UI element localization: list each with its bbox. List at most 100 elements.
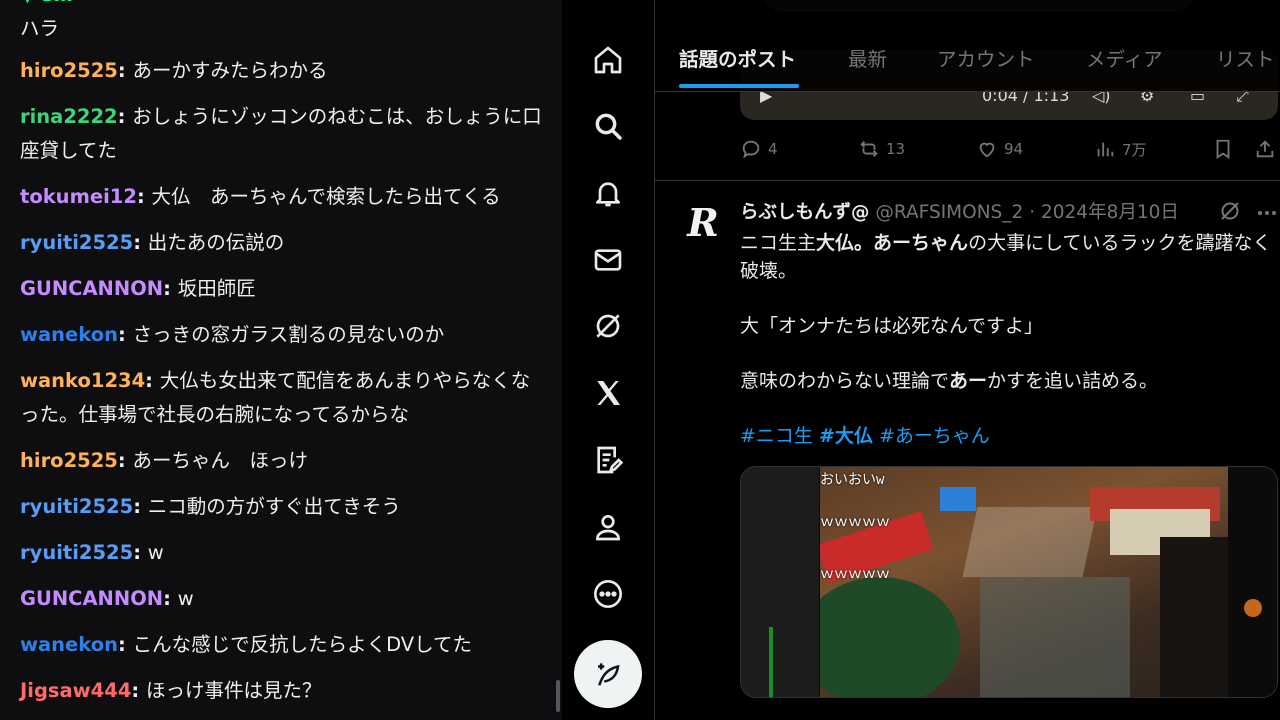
chat-username[interactable]: ▼ s… [20, 0, 73, 6]
chat-panel: ▼ s… ハラ hiro2525: あーかすみたらわかる rina2222: おし… [0, 0, 562, 720]
chat-message: hiro2525: あーちゃん ほっけ [20, 444, 545, 478]
hashtag-link[interactable]: #大仏 [819, 425, 873, 447]
video-overlay-text: ｗｗｗｗｗ [820, 514, 890, 530]
video-frame[interactable]: おいおいw ｗｗｗｗｗ ｗｗｗｗｗ [820, 467, 1228, 697]
bookmark-button[interactable] [1212, 138, 1240, 160]
chat-message-text: さっきの窓ガラス割るの見ないのか [132, 323, 445, 346]
chat-message: hiro2525: あーかすみたらわかる [20, 54, 545, 88]
video-sidebar [1228, 467, 1277, 697]
more-icon[interactable] [587, 573, 629, 615]
tweet-author-handle[interactable]: @RAFSIMONS_2 [875, 202, 1023, 223]
tweet-separator: · [1029, 202, 1036, 223]
chat-username[interactable]: hiro2525 [20, 449, 118, 472]
chat-message-text: 出たあの伝説の [147, 231, 285, 254]
tab-latest[interactable]: 最新 [848, 43, 887, 72]
text-span: 意味のわからない理論で [740, 370, 950, 392]
chat-separator: : [145, 369, 160, 392]
tab-top[interactable]: 話題のポスト [679, 43, 796, 72]
chat-separator: : [117, 105, 133, 128]
previous-tweet-actions: 4 13 94 7万 [740, 138, 1280, 166]
x-premium-icon[interactable] [587, 372, 629, 414]
tweet-text: ニコ生主大仏。あーちゃんの大事にしているラックを躊躇なく破壊。 大「オンナたちは… [740, 229, 1280, 477]
active-tab-indicator [679, 84, 799, 88]
post-icon [598, 663, 620, 686]
chat-message-text: w [147, 541, 164, 564]
reply-button[interactable]: 4 [740, 138, 778, 160]
text-bold: あー [949, 370, 988, 392]
chat-message: rina2222: おしょうにゾッコンのねむこは、おしょうに口座貸してた [20, 100, 545, 168]
chat-message: GUNCANNON: 坂田師匠 [20, 272, 545, 306]
messages-icon[interactable] [587, 239, 629, 281]
chat-message: ▼ s… ハラ [20, 0, 545, 46]
chat-message: ryuiti2525: ニコ動の方がすぐ出てきそう [20, 490, 545, 524]
nav-rail [562, 0, 654, 720]
explore-icon[interactable] [587, 105, 629, 147]
video-overlay-text: おいおいw [820, 472, 885, 488]
share-icon [1256, 140, 1274, 158]
chat-message-text: 坂田師匠 [177, 277, 256, 300]
share-button[interactable] [1254, 138, 1280, 160]
chat-username[interactable]: ryuiti2525 [20, 495, 133, 518]
tweet-header: らぶしもんず@ @RAFSIMONS_2 · 2024年8月10日 [740, 198, 1179, 224]
tab-accounts[interactable]: アカウント [937, 43, 1035, 72]
chat-message-text: ニコ動の方がすぐ出てきそう [147, 495, 401, 518]
chat-username[interactable]: ryuiti2525 [20, 231, 133, 254]
views-button[interactable]: 7万 [1094, 138, 1147, 160]
video-level-bar [769, 627, 773, 697]
notifications-icon[interactable] [587, 172, 629, 214]
chat-separator: : [118, 633, 133, 656]
chat-username[interactable]: wanekon [20, 323, 118, 346]
chat-username[interactable]: wanekon [20, 633, 118, 656]
chat-message-text: あーかすみたらわかる [132, 59, 328, 82]
tweet-date[interactable]: 2024年8月10日 [1041, 202, 1179, 223]
chat-message: wanekon: さっきの窓ガラス割るの見ないのか [20, 318, 545, 352]
lists-icon[interactable] [587, 439, 629, 481]
chat-message-text: 大仏 あーちゃんで検索したら出てくる [151, 185, 501, 208]
grok-icon[interactable] [1218, 199, 1242, 227]
view-count: 7万 [1122, 140, 1147, 159]
hashtag-link[interactable]: #ニコ生 [740, 425, 813, 447]
chat-message: GUNCANNON: w [20, 582, 545, 616]
more-options-icon[interactable] [1255, 201, 1279, 229]
home-icon[interactable] [587, 39, 629, 81]
chat-message: wanekon: こんな感じで反抗したらよくDVしてた [20, 628, 545, 662]
chat-separator: : [131, 679, 146, 702]
chat-separator: : [117, 449, 133, 472]
video-marker [1244, 599, 1262, 617]
chat-scrollbar[interactable] [556, 680, 560, 712]
video-shape [962, 507, 1098, 577]
reply-count: 4 [768, 140, 778, 158]
grok-icon[interactable] [587, 305, 629, 347]
tab-lists[interactable]: リスト [1216, 43, 1275, 72]
hashtag-link[interactable]: #あーちゃん [879, 425, 990, 447]
chat-separator: : [163, 277, 178, 300]
chat-username[interactable]: GUNCANNON [20, 277, 163, 300]
like-button[interactable]: 94 [976, 138, 1023, 160]
chat-separator: : [133, 541, 148, 564]
chat-message-list: hiro2525: あーかすみたらわかる rina2222: おしょうにゾッコンの… [20, 54, 545, 720]
video-shape [1160, 537, 1228, 697]
bookmark-icon [1216, 139, 1230, 159]
chat-username[interactable]: rina2222 [20, 105, 118, 128]
post-button[interactable] [574, 640, 642, 708]
avatar[interactable]: R [679, 198, 727, 246]
chat-username[interactable]: Jigsaw444 [20, 679, 131, 702]
video-shape [940, 487, 976, 511]
chat-message: wanko1234: 大仏も女出来て配信をあんまりやらなくなった。仕事場で社長の… [20, 364, 545, 432]
like-count: 94 [1004, 140, 1024, 158]
text-span: ニコ生主 [740, 232, 817, 254]
repost-button[interactable]: 13 [858, 138, 905, 160]
tweet-author-name[interactable]: らぶしもんず@ [740, 202, 870, 223]
chat-separator: : [136, 185, 152, 208]
video-shape [820, 577, 960, 697]
chat-username[interactable]: GUNCANNON [20, 587, 163, 610]
tab-media[interactable]: メディア [1086, 43, 1163, 72]
chat-separator: : [163, 587, 178, 610]
chat-username[interactable]: wanko1234 [20, 369, 145, 392]
profile-icon[interactable] [587, 506, 629, 548]
chat-username[interactable]: tokumei12 [20, 185, 137, 208]
chat-username[interactable]: ryuiti2525 [20, 541, 133, 564]
tweet-divider [655, 180, 1280, 181]
chat-username[interactable]: hiro2525 [20, 59, 118, 82]
tweet-video[interactable]: おいおいw ｗｗｗｗｗ ｗｗｗｗｗ [740, 466, 1278, 698]
